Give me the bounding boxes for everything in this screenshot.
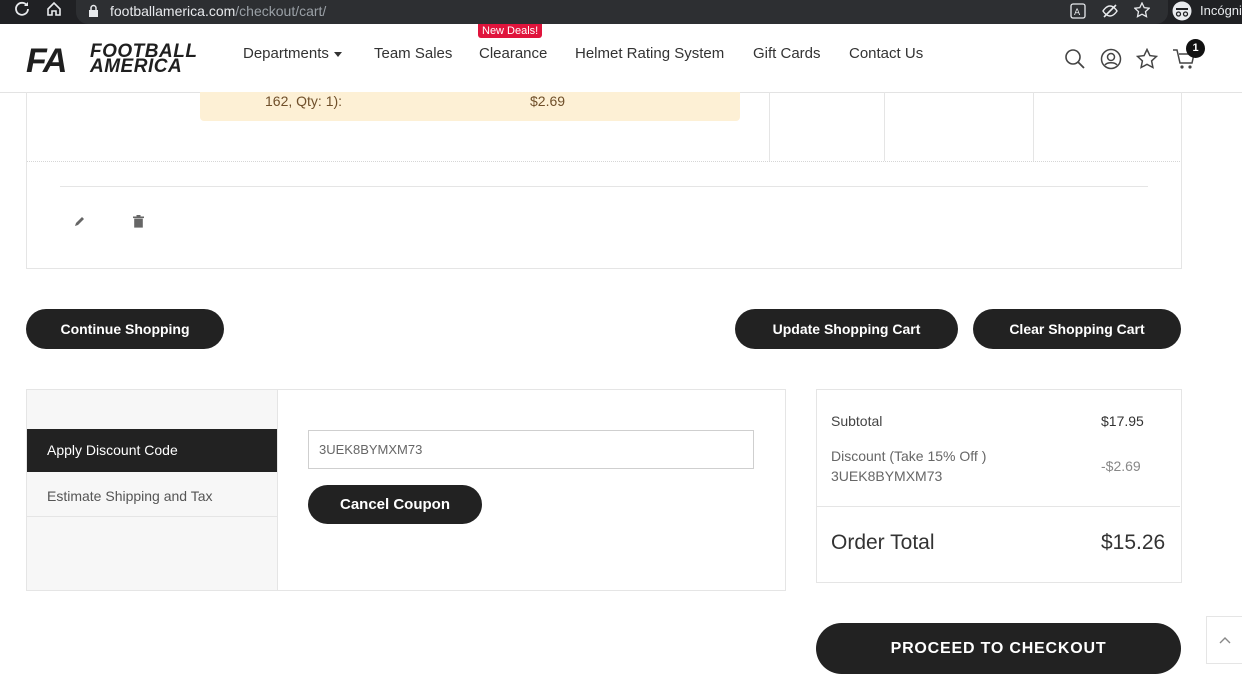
cart-count-badge: 1: [1186, 39, 1205, 58]
row-divider: [27, 161, 1180, 162]
wishlist-icon[interactable]: [1135, 47, 1159, 75]
summary-divider: [817, 506, 1180, 507]
search-icon[interactable]: [1064, 48, 1086, 75]
url-path: /checkout/cart/: [235, 3, 327, 19]
discount-value: -$2.69: [1101, 458, 1141, 474]
home-icon[interactable]: [46, 1, 62, 21]
promo-amount: $2.69: [530, 93, 566, 109]
update-cart-button[interactable]: Update Shopping Cart: [735, 309, 958, 349]
url-text[interactable]: footballamerica.com/checkout/cart/: [110, 3, 326, 19]
nav-clearance[interactable]: Clearance: [479, 45, 547, 62]
discount-label: Discount (Take 15% Off ): [831, 448, 987, 464]
discount-code-label: 3UEK8BYMXM73: [831, 468, 943, 484]
proceed-to-checkout-button[interactable]: PROCEED TO CHECKOUT: [816, 623, 1181, 674]
incognito-icon[interactable]: [1172, 1, 1192, 25]
clear-cart-button[interactable]: Clear Shopping Cart: [973, 309, 1181, 349]
continue-shopping-button[interactable]: Continue Shopping: [26, 309, 224, 349]
order-total-value: $15.26: [1101, 531, 1166, 554]
nav-helmet-rating[interactable]: Helmet Rating System: [575, 45, 724, 62]
nav-gift-cards[interactable]: Gift Cards: [753, 45, 821, 62]
actions-divider: [60, 186, 1148, 187]
nav-team-sales[interactable]: Team Sales: [374, 45, 452, 62]
tab-estimate-shipping[interactable]: Estimate Shipping and Tax: [27, 473, 277, 517]
column-divider: [1033, 92, 1034, 161]
tab-estimate-shipping-label: Estimate Shipping and Tax: [47, 488, 213, 504]
nav-departments-label: Departments: [243, 45, 329, 62]
trash-icon[interactable]: [133, 215, 144, 233]
nav-departments[interactable]: Departments: [243, 45, 342, 62]
subtotal-value: $17.95: [1101, 413, 1144, 429]
chevron-up-icon: [1219, 637, 1231, 644]
promo-text: 162, Qty: 1):: [265, 93, 343, 109]
discount-code-input[interactable]: [308, 430, 754, 469]
translate-icon[interactable]: A: [1070, 3, 1086, 23]
incognito-label: Incógnit: [1200, 3, 1242, 18]
logo-line-2: AMERICA: [90, 56, 183, 77]
subtotal-label: Subtotal: [831, 413, 883, 429]
tab-apply-discount-label: Apply Discount Code: [47, 442, 178, 458]
url-host: footballamerica.com: [110, 3, 236, 19]
column-divider: [769, 92, 770, 161]
logo-wordmark[interactable]: FOOTBALL AMERICA: [90, 42, 197, 77]
lock-icon[interactable]: [88, 4, 99, 22]
caret-down-icon: [333, 51, 342, 57]
bookmark-star-icon[interactable]: [1133, 1, 1151, 22]
svg-text:A: A: [1074, 8, 1081, 18]
edit-icon[interactable]: [73, 215, 86, 233]
tab-apply-discount[interactable]: Apply Discount Code: [27, 429, 277, 472]
clearance-badge: New Deals!: [478, 24, 543, 38]
reload-icon[interactable]: [14, 1, 30, 21]
order-total-label: Order Total: [831, 531, 935, 554]
eye-off-icon[interactable]: [1102, 3, 1118, 23]
account-icon[interactable]: [1100, 48, 1122, 75]
cancel-coupon-button[interactable]: Cancel Coupon: [308, 485, 482, 524]
logo-mark[interactable]: FA: [26, 44, 67, 78]
back-to-top-button[interactable]: [1206, 616, 1242, 664]
nav-contact-us[interactable]: Contact Us: [849, 45, 923, 62]
column-divider: [884, 92, 885, 161]
